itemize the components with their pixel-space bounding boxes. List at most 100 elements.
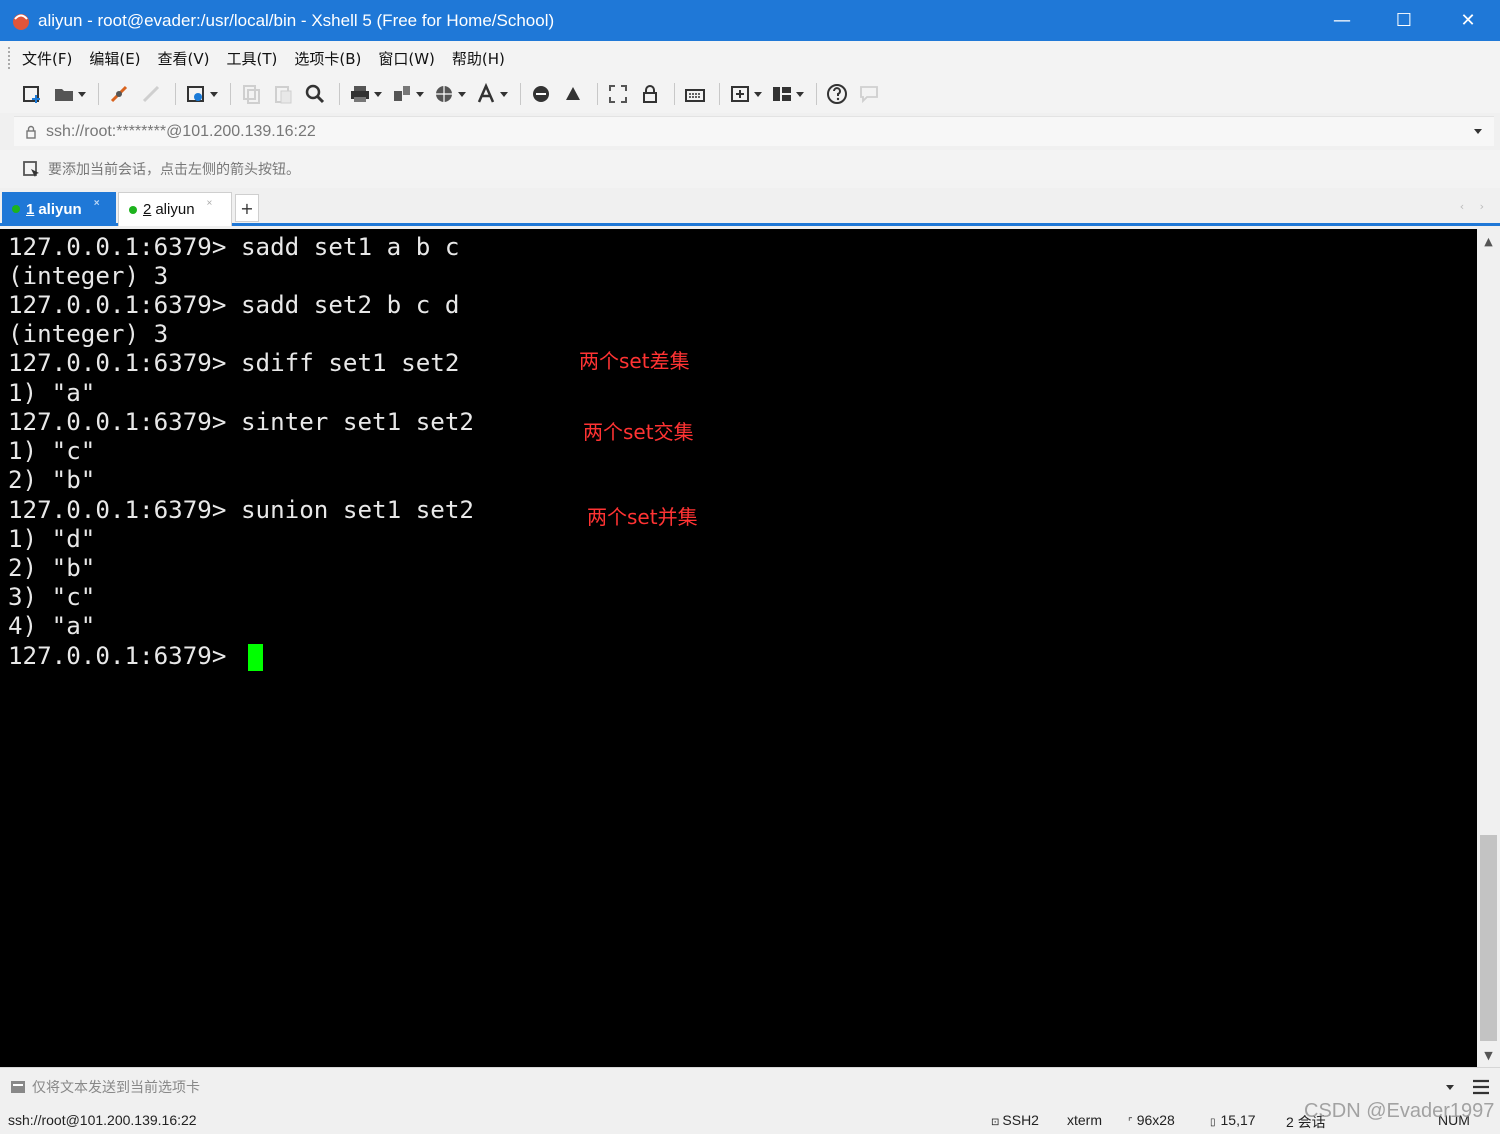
transfer-icon: [393, 86, 410, 101]
add-session-arrow-icon[interactable]: [22, 159, 42, 179]
compose-text: 仅将文本发送到当前选项卡: [32, 1079, 200, 1096]
compose-dropdown-icon[interactable]: [1446, 1085, 1454, 1090]
status-protocol: ⊡ SSH2: [991, 1112, 1039, 1128]
tab-scroll-arrows[interactable]: ‹ ›: [1460, 200, 1490, 213]
folder-icon: [54, 89, 73, 101]
session-status-dot: [129, 205, 137, 214]
chat-icon: [860, 86, 878, 104]
annotation-sunion: 两个set并集: [587, 505, 698, 529]
connect-button[interactable]: [105, 80, 133, 108]
fullscreen-icon: [609, 85, 627, 103]
new-session-button[interactable]: [18, 80, 46, 108]
annotation-sdiff: 两个set差集: [579, 349, 690, 373]
help-button[interactable]: [823, 80, 851, 108]
tab-close-icon[interactable]: ×: [207, 198, 213, 209]
chat-button[interactable]: [855, 80, 883, 108]
find-button[interactable]: [301, 80, 329, 108]
layout-button[interactable]: [768, 80, 806, 108]
globe-icon: [435, 86, 452, 102]
toolbar-separator: [230, 83, 231, 105]
terminal-line: 127.0.0.1:6379> sinter set1 set2: [8, 408, 474, 436]
new-tab-button[interactable]: [726, 80, 764, 108]
status-cursor-pos: ▯ 15,17: [1210, 1112, 1256, 1128]
size-label: 96x28: [1136, 1112, 1175, 1128]
annotation-sinter: 两个set交集: [583, 420, 694, 444]
tab-close-icon[interactable]: ×: [94, 198, 100, 209]
terminal-scrollbar[interactable]: ▲ ▼: [1477, 229, 1500, 1067]
toolbar-separator: [520, 83, 521, 105]
toolbar-separator: [98, 83, 99, 105]
globe-button[interactable]: [430, 80, 468, 108]
terminal-line: 1) "a": [8, 379, 96, 407]
menu-tabs[interactable]: 选项卡(B): [294, 48, 361, 69]
tab-session-1[interactable]: 1 aliyun ×: [2, 192, 116, 226]
resize-icon: ⌜: [1128, 1117, 1133, 1128]
xmanager-button[interactable]: [559, 80, 587, 108]
transfer-button[interactable]: [388, 80, 426, 108]
tab-number: 2: [143, 201, 152, 218]
menu-edit[interactable]: 编辑(E): [89, 48, 140, 69]
status-bar: ssh://root@101.200.139.16:22 ⊡ SSH2 xterm…: [0, 1105, 1500, 1134]
status-terminal-type: xterm: [1067, 1112, 1102, 1128]
copy-button[interactable]: [237, 80, 265, 108]
csdn-watermark: CSDN @Evader1997: [1304, 1100, 1495, 1122]
print-button[interactable]: [346, 80, 384, 108]
minimize-button[interactable]: —: [1310, 0, 1374, 41]
printer-icon: [350, 86, 369, 102]
disconnect-button[interactable]: [137, 80, 165, 108]
layout-icon: [772, 87, 791, 101]
xshell-app-icon: [13, 13, 29, 30]
add-tab-button[interactable]: +: [235, 194, 259, 222]
terminal-line: 127.0.0.1:6379> sunion set1 set2: [8, 496, 474, 524]
address-dropdown-icon[interactable]: [1474, 129, 1482, 134]
menu-bar: 文件(F) 编辑(E) 查看(V) 工具(T) 选项卡(B) 窗口(W) 帮助(…: [0, 41, 1500, 75]
properties-icon: [186, 86, 204, 102]
hamburger-menu-icon[interactable]: [1472, 1079, 1490, 1095]
session-status-dot: [12, 205, 20, 213]
lock-button[interactable]: [636, 80, 664, 108]
tab-label: aliyun: [38, 200, 82, 218]
toolbar-separator: [597, 83, 598, 105]
paste-icon: [275, 86, 292, 104]
xmanager-icon: [566, 87, 580, 100]
lock-icon: ⊡: [991, 1117, 1000, 1128]
toolbar-separator: [816, 83, 817, 105]
close-button[interactable]: ✕: [1436, 0, 1500, 41]
tab-session-2[interactable]: 2 aliyun ×: [118, 192, 232, 226]
xshell-window: aliyun - root@evader:/usr/local/bin - Xs…: [0, 0, 1500, 1134]
scrollbar-thumb[interactable]: [1480, 835, 1497, 1041]
terminal-area[interactable]: 127.0.0.1:6379> sadd set1 a b c (integer…: [0, 229, 1477, 1067]
search-icon: [305, 84, 325, 104]
compose-bar[interactable]: 仅将文本发送到当前选项卡: [0, 1067, 1500, 1105]
open-button[interactable]: [50, 80, 88, 108]
cursor-pos-icon: ▯: [1210, 1117, 1216, 1128]
address-bar[interactable]: ssh://root:********@101.200.139.16:22: [14, 116, 1494, 146]
menu-window[interactable]: 窗口(W): [378, 48, 435, 69]
new-session-icon: [23, 86, 40, 103]
status-size: ⌜ 96x28: [1128, 1112, 1175, 1128]
session-hint-bar: 要添加当前会话，点击左侧的箭头按钮。: [0, 150, 1500, 188]
menu-tools[interactable]: 工具(T): [227, 48, 278, 69]
scroll-down-icon[interactable]: ▼: [1477, 1045, 1500, 1065]
lock-icon: [643, 85, 657, 103]
scroll-up-icon[interactable]: ▲: [1477, 231, 1500, 251]
terminal-line: 1) "d": [8, 525, 96, 553]
terminal-line: 127.0.0.1:6379> sadd set1 a b c: [8, 233, 460, 261]
menu-view[interactable]: 查看(V): [158, 48, 210, 69]
menu-help[interactable]: 帮助(H): [452, 48, 505, 69]
font-button[interactable]: [472, 80, 510, 108]
paste-button[interactable]: [269, 80, 297, 108]
properties-button[interactable]: [182, 80, 220, 108]
terminal-line: 127.0.0.1:6379> sdiff set1 set2: [8, 349, 460, 377]
fullscreen-button[interactable]: [604, 80, 632, 108]
keyboard-button[interactable]: [681, 80, 709, 108]
terminal-line: 2) "b": [8, 554, 96, 582]
menu-file[interactable]: 文件(F): [22, 48, 72, 69]
address-text: ssh://root:********@101.200.139.16:22: [46, 122, 316, 140]
xftp-button[interactable]: [527, 80, 555, 108]
tab-bar: 1 aliyun × 2 aliyun × + ‹ ›: [0, 190, 1500, 226]
maximize-button[interactable]: ☐: [1372, 0, 1436, 41]
status-address: ssh://root@101.200.139.16:22: [8, 1112, 197, 1128]
terminal-cursor: [248, 644, 263, 671]
protocol-label: SSH2: [1002, 1112, 1039, 1128]
